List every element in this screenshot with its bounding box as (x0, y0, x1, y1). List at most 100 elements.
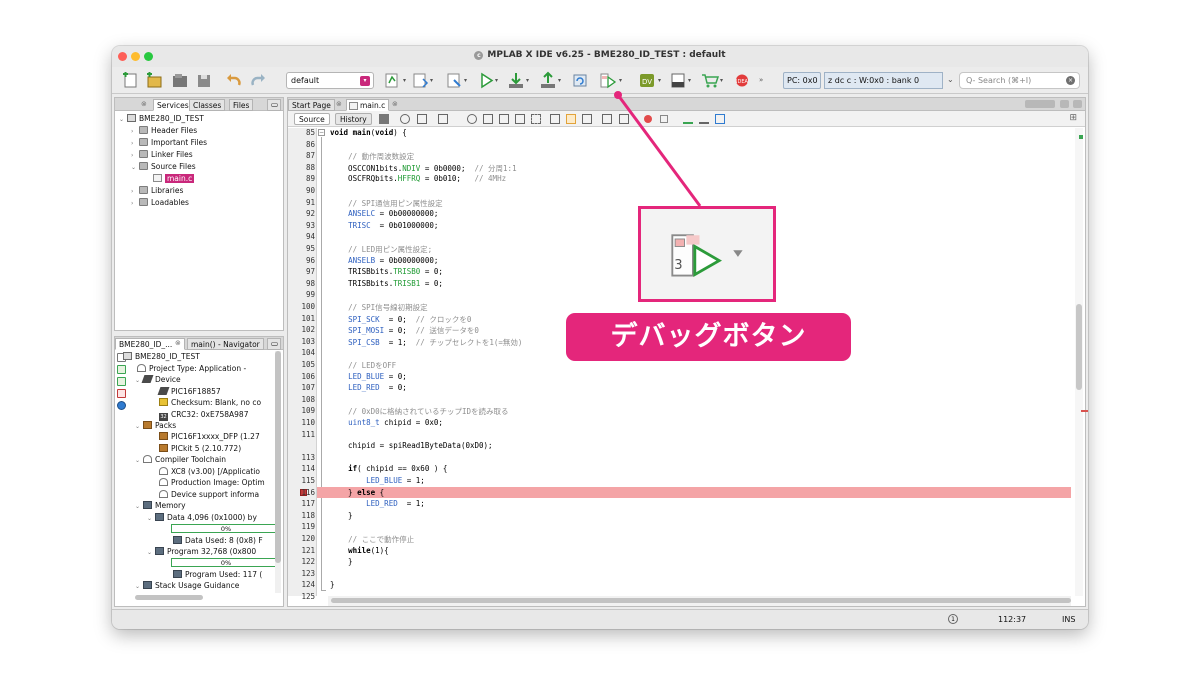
line-number[interactable]: 91 (288, 198, 315, 207)
run-project-button[interactable] (476, 71, 496, 90)
line-number[interactable]: 101 (288, 314, 315, 323)
history-button[interactable]: History (335, 113, 372, 125)
line-number[interactable]: 85 (288, 128, 315, 137)
notifications-icon[interactable]: 1 (948, 614, 958, 624)
line-number[interactable]: 119 (288, 522, 315, 531)
line-number[interactable]: 96 (288, 256, 315, 265)
uncomment-icon[interactable] (683, 114, 693, 124)
tree-item-data-memory[interactable]: ⌄ Data 4,096 (0x1000) by (147, 512, 257, 524)
tab-files[interactable]: Files (229, 99, 254, 111)
line-number[interactable]: 111 (288, 430, 315, 439)
line-number[interactable]: 103 (288, 337, 315, 346)
chevron-down-icon[interactable]: ⌄ (947, 75, 954, 84)
line-number[interactable]: 121 (288, 546, 315, 555)
bookmark-next-icon[interactable] (550, 114, 560, 124)
tree-item-important-files[interactable]: › Important Files (131, 137, 207, 149)
code-line[interactable]: ANSELB = 0b00000000; (330, 256, 438, 265)
chevron-down-icon[interactable]: ▾ (495, 77, 498, 84)
code-line[interactable]: OSCCON1bits.NDIV = 0b0000; // 分周1:1 (330, 163, 517, 174)
tree-item-device[interactable]: ⌄ Device (135, 374, 181, 386)
new-project-button[interactable] (144, 71, 164, 90)
line-number[interactable]: 99 (288, 290, 315, 299)
stop-macro-icon[interactable] (660, 115, 668, 123)
close-tab-icon[interactable]: ⊗ (392, 100, 398, 108)
line-number[interactable]: 97 (288, 267, 315, 276)
line-number[interactable]: 94 (288, 232, 315, 241)
maximize-window-icon[interactable] (1073, 100, 1082, 108)
line-number[interactable]: 114 (288, 464, 315, 473)
line-number[interactable]: 107 (288, 383, 315, 392)
last-edit-icon[interactable] (379, 114, 389, 124)
code-line[interactable]: OSCFRQbits.HFFRQ = 0b010; // 4MHz (330, 174, 506, 183)
chevron-down-icon[interactable]: ▾ (526, 77, 529, 84)
code-line[interactable]: LED_RED = 1; (330, 499, 425, 508)
tab-services[interactable]: Services (153, 99, 193, 111)
editor-horizontal-scrollbar[interactable] (328, 596, 1071, 606)
open-project-button[interactable] (170, 71, 190, 90)
code-line[interactable]: if( chipid == 0x60 ) { (330, 464, 447, 473)
code-line[interactable]: LED_BLUE = 0; (330, 372, 407, 381)
code-line[interactable]: uint8_t chipid = 0x0; (330, 418, 443, 427)
line-number[interactable]: 115 (288, 476, 315, 485)
code-line[interactable]: SPI_SCK = 0; // クロックを0 (330, 314, 471, 325)
code-line[interactable]: TRISBbits.TRISB0 = 0; (330, 267, 443, 276)
code-line[interactable]: SPI_MOSI = 0; // 送信データを0 (330, 325, 479, 336)
code-line[interactable]: // SPI信号線初期設定 (330, 302, 428, 313)
code-line[interactable]: // ここで動作停止 (330, 534, 414, 545)
chevron-down-icon[interactable]: ▾ (658, 77, 661, 84)
toggle-highlight-icon[interactable] (499, 114, 509, 124)
tree-item-project[interactable]: ⌄ BME280_ID_TEST (119, 113, 204, 125)
chevron-down-icon[interactable]: ▾ (619, 77, 622, 84)
line-number[interactable]: 108 (288, 395, 315, 404)
close-tab-icon[interactable]: ⊗ (175, 339, 181, 347)
dashboard-vertical-scrollbar[interactable] (275, 351, 281, 593)
tree-item-checksum[interactable]: Checksum: Blank, no co (159, 397, 261, 409)
more-toolbar-icon[interactable]: » (759, 76, 763, 84)
error-stripe-mark[interactable] (1081, 410, 1088, 412)
line-number[interactable]: 117 (288, 499, 315, 508)
shift-left-icon[interactable] (582, 114, 592, 124)
code-line[interactable]: // 動作周波数設定 (330, 151, 414, 162)
help-icon[interactable] (117, 401, 126, 410)
ideas-icon[interactable]: IDEA (732, 71, 752, 90)
line-number[interactable]: 88 (288, 163, 315, 172)
tree-item-program-memory[interactable]: ⌄ Program 32,768 (0x800 (147, 546, 256, 558)
tree-item-main-c[interactable]: main.c (153, 173, 195, 185)
bookmark-previous-icon[interactable] (531, 114, 541, 124)
show-opened-documents-icon[interactable] (1060, 100, 1069, 108)
search-input[interactable]: Q- Search (⌘+I) × (959, 72, 1080, 89)
line-number[interactable]: 104 (288, 348, 315, 357)
save-all-button[interactable] (194, 71, 214, 90)
tree-item-project[interactable]: BME280_ID_TEST (123, 351, 200, 363)
code-line[interactable]: ANSELC = 0b00000000; (330, 209, 438, 218)
line-number[interactable]: 113 (288, 453, 315, 462)
tree-item-header-files[interactable]: › Header Files (131, 125, 197, 137)
code-line[interactable]: } (330, 511, 353, 520)
tree-item-production-image[interactable]: Production Image: Optim (159, 477, 265, 489)
code-line[interactable]: while(1){ (330, 546, 389, 555)
breakpoint-icon[interactable] (117, 389, 126, 398)
line-number[interactable]: 100 (288, 302, 315, 311)
tab-classes[interactable]: Classes (189, 99, 226, 111)
tab-start-page[interactable]: Start Page (288, 99, 335, 111)
make-and-program-button[interactable] (506, 71, 526, 90)
tree-item-dfp[interactable]: PIC16F1xxxx_DFP (1.27 (159, 431, 260, 443)
line-number[interactable]: 122 (288, 557, 315, 566)
source-button[interactable]: Source (294, 113, 330, 125)
code-line[interactable]: SPI_CSB = 1; // チップセレクトを1(=無効) (330, 337, 522, 348)
clean-build-button[interactable] (444, 71, 464, 90)
rectangular-selection-icon[interactable] (515, 114, 525, 124)
comment-icon[interactable] (619, 114, 629, 124)
line-number[interactable]: 86 (288, 140, 315, 149)
code-line[interactable]: LED_BLUE = 1; (330, 476, 425, 485)
diff-icon[interactable] (715, 114, 725, 124)
new-file-button[interactable] (120, 71, 140, 90)
tree-item-libraries[interactable]: › Libraries (131, 185, 183, 197)
tree-item-loadables[interactable]: › Loadables (131, 197, 189, 209)
back-icon[interactable] (400, 114, 410, 124)
line-number[interactable]: 116 (288, 488, 315, 497)
code-line[interactable]: } else { (330, 488, 384, 497)
minimize-panel-icon[interactable]: ▭ (267, 338, 281, 350)
line-number[interactable]: 125 (288, 592, 315, 601)
code-line[interactable]: // SPI通信用ピン属性設定 (330, 198, 443, 209)
